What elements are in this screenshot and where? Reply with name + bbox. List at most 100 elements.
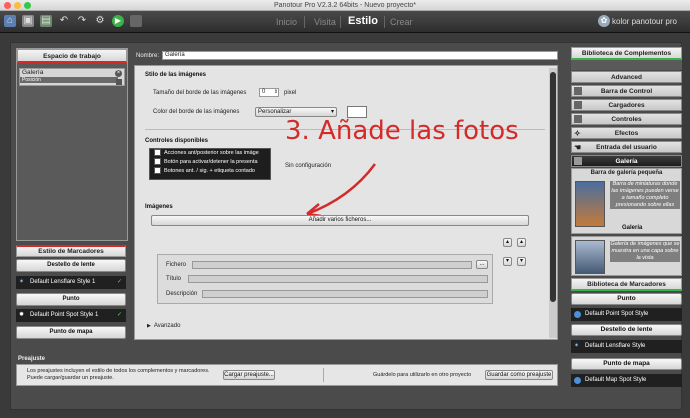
save-icon[interactable]: ▣	[22, 15, 34, 27]
markers-library-header: Biblioteca de Marcadores	[571, 278, 682, 291]
checkbox-checked-icon[interactable]: ✓	[154, 167, 161, 175]
move-down-button[interactable]: ▾	[503, 257, 512, 266]
move-top-button[interactable]: ▴	[517, 238, 526, 247]
component-label: Galería	[615, 158, 638, 165]
component-category-controls[interactable]: Controles	[571, 113, 682, 125]
presets-panel: Los preajustes incluyen el estilo de tod…	[16, 364, 558, 386]
workspace-header: Espacio de trabajo	[17, 49, 127, 63]
lensflare-style-label: Default Lensflare Style 1	[30, 279, 96, 285]
marker-lensflare-item[interactable]: ✶ Default Lensflare Style	[571, 340, 682, 353]
tab-inicio[interactable]: Inicio	[272, 15, 301, 29]
menu-icon[interactable]	[116, 79, 122, 85]
workspace-item-name: Galería	[22, 69, 44, 76]
control-item[interactable]: ✓ Botón para activar/detener la presenta	[150, 158, 270, 167]
gallery-thumbnail-image	[575, 240, 605, 274]
component-category-user-input[interactable]: ☚ Entrada del usuario	[571, 141, 682, 153]
section-point[interactable]: Punto	[16, 293, 126, 306]
undo-icon[interactable]: ↶	[58, 15, 70, 27]
section-map-point[interactable]: Punto de mapa	[16, 326, 126, 339]
description-label: Descripción	[166, 291, 198, 297]
effects-icon: ✧	[574, 129, 581, 138]
window-icon[interactable]	[130, 15, 142, 27]
close-window-button[interactable]	[4, 2, 11, 9]
toolbar: ⌂ ▣ ▤ ↶ ↷ ⚙ ▶ Inicio Visita Estilo Crear…	[0, 11, 690, 33]
component-label: Cargadores	[608, 102, 645, 109]
component-category-effects[interactable]: ✧ Efectos	[571, 127, 682, 139]
panorama-icon[interactable]: ⌂	[4, 15, 16, 27]
title-input[interactable]	[188, 275, 488, 283]
lensflare-style-item[interactable]: ✶ Default Lensflare Style 1 ✓	[16, 276, 126, 289]
move-up-button[interactable]: ▴	[503, 238, 512, 247]
point-spot-icon: ✹	[19, 312, 25, 318]
checkmark-icon: ✓	[116, 279, 122, 285]
name-label: Nombre:	[136, 53, 160, 59]
tab-crear[interactable]: Crear	[386, 15, 417, 29]
section-lensflare[interactable]: Destello de lente	[16, 259, 126, 272]
marker-map-item[interactable]: Default Map Spot Style	[571, 374, 682, 387]
tab-estilo[interactable]: Estilo	[344, 14, 382, 28]
checkbox-checked-icon[interactable]: ✓	[154, 158, 161, 166]
border-color-select-value: Personalizar	[258, 109, 292, 115]
controls-list[interactable]: ✓ Acciones ant/posterior sobre las imáge …	[149, 148, 271, 180]
minimize-window-button[interactable]	[14, 2, 21, 9]
save-preset-button[interactable]: Guardar como preajuste	[485, 370, 553, 380]
tab-separator	[340, 16, 341, 28]
load-preset-button[interactable]: Cargar preajuste...	[223, 370, 275, 380]
marker-section-lensflare[interactable]: Destello de lente	[571, 324, 682, 336]
marker-label: Default Point Spot Style	[585, 311, 649, 317]
point-style-item[interactable]: ✹ Default Point Spot Style 1 ✓	[16, 309, 126, 322]
gallery-card-overlay[interactable]: Galería de imágenes que se muestra en un…	[571, 236, 682, 276]
loader-icon	[574, 101, 582, 109]
marker-point-item[interactable]: Default Point Spot Style	[571, 308, 682, 321]
workspace-item[interactable]: Galería Posición ×	[19, 68, 125, 86]
gear-icon[interactable]: ⚙	[94, 15, 106, 27]
close-icon[interactable]: ×	[115, 70, 122, 77]
move-bottom-button[interactable]: ▾	[517, 257, 526, 266]
card-title: Barra de galería pequeña	[590, 170, 663, 176]
component-category-gallery[interactable]: Galería	[571, 155, 682, 167]
marker-label: Default Map Spot Style	[585, 377, 647, 383]
marker-section-map-point[interactable]: Punto de mapa	[571, 358, 682, 370]
component-category-advanced[interactable]: Advanced	[571, 71, 682, 83]
stepper-arrows-icon[interactable]: ⇕	[274, 89, 278, 96]
add-images-icon[interactable]: ▤	[40, 15, 52, 27]
description-input[interactable]	[202, 290, 488, 298]
component-label: Efectos	[614, 130, 639, 137]
lensflare-icon: ✶	[574, 343, 580, 349]
image-details-box: Fichero ... Título Descripción	[157, 254, 493, 304]
control-item-label: Botón para activar/detener la presenta	[164, 159, 258, 165]
zoom-window-button[interactable]	[24, 2, 31, 9]
component-label: Controles	[611, 116, 642, 123]
border-size-stepper[interactable]: 0 ⇕	[259, 88, 279, 97]
control-item-label: Acciones ant/posterior sobre las imáge	[164, 150, 259, 156]
border-color-label: Color del borde de las imágenes	[153, 109, 240, 115]
name-row: Nombre: Galería	[134, 50, 560, 62]
file-input[interactable]	[192, 261, 472, 269]
annotation-text: 3. Añade las fotos	[285, 116, 519, 146]
control-item[interactable]: ✓ Botones ant. / sig. + etiqueta contado	[150, 167, 270, 176]
checkmark-icon: ✓	[116, 312, 122, 318]
redo-icon[interactable]: ↷	[76, 15, 88, 27]
hand-icon: ☚	[574, 143, 582, 152]
gallery-icon	[574, 157, 582, 165]
checkbox-checked-icon[interactable]: ✓	[154, 149, 161, 157]
marker-section-point[interactable]: Punto	[571, 293, 682, 305]
divider	[323, 368, 324, 382]
gallery-card-small-bar[interactable]: Barra de galería pequeña Barra de miniat…	[571, 168, 682, 234]
tab-visita[interactable]: Visita	[310, 15, 340, 29]
advanced-section[interactable]: ▶ Avanzado	[147, 322, 180, 330]
component-label: Entrada del usuario	[596, 144, 657, 151]
play-icon[interactable]: ▶	[112, 15, 124, 27]
control-item-label: Botones ant. / sig. + etiqueta contado	[164, 168, 255, 174]
card-description: Galería de imágenes que se muestra en un…	[610, 241, 680, 262]
title-label: Título	[166, 276, 182, 282]
browse-button[interactable]: ...	[476, 260, 488, 269]
map-spot-icon	[574, 377, 581, 384]
add-files-button[interactable]: Añadir varios ficheros...	[151, 215, 529, 226]
component-category-control-bar[interactable]: Barra de Control	[571, 85, 682, 97]
name-input[interactable]: Galería	[162, 51, 558, 60]
control-item[interactable]: ✓ Acciones ant/posterior sobre las imáge	[150, 149, 270, 158]
scrollbar-thumb[interactable]	[550, 72, 556, 302]
scrollbar[interactable]	[549, 68, 557, 338]
component-category-loaders[interactable]: Cargadores	[571, 99, 682, 111]
